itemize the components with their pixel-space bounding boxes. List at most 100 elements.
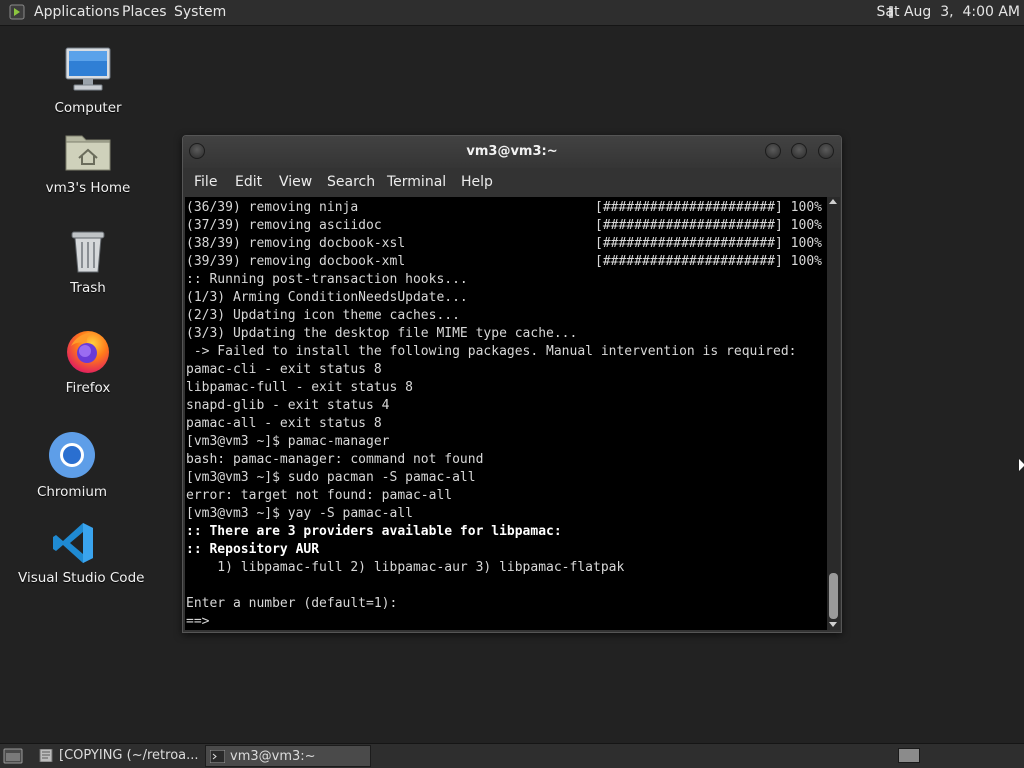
terminal-icon	[210, 750, 225, 763]
terminal-line: (37/39) removing asciidoc [##############…	[186, 217, 822, 235]
scroll-up-arrow-icon[interactable]	[829, 199, 837, 204]
menu-terminal[interactable]: Terminal	[387, 168, 446, 196]
terminal-line: 1) libpamac-full 2) libpamac-aur 3) libp…	[186, 559, 796, 577]
terminal-line: :: Repository AUR	[186, 541, 796, 559]
progress-text: [######################] 100%	[595, 254, 822, 269]
menu-edit[interactable]: Edit	[235, 168, 262, 196]
terminal-line-text: (3/3) Updating the desktop file MIME typ…	[186, 326, 578, 341]
top-panel: Applications Places System Sat Aug 3, 4:…	[0, 0, 1024, 26]
applications-logo-icon[interactable]	[9, 4, 25, 20]
computer-icon	[65, 47, 111, 91]
window-title-bar[interactable]: vm3@vm3:~	[183, 136, 841, 168]
terminal-output[interactable]: (36/39) removing ninja [#################…	[185, 197, 827, 630]
home-folder-icon	[65, 135, 111, 171]
chromium-icon	[49, 432, 95, 478]
terminal-line: (2/3) Updating icon theme caches...	[186, 307, 796, 325]
terminal-line: [vm3@vm3 ~]$ yay -S pamac-all	[186, 505, 796, 523]
terminal-line-text: snapd-glib - exit status 4	[186, 398, 390, 413]
desktop-icon-label: Computer	[54, 100, 122, 116]
terminal-line-text: [vm3@vm3 ~]$ yay -S pamac-all	[186, 506, 413, 521]
terminal-line-text: libpamac-full - exit status 8	[186, 380, 413, 395]
menu-file[interactable]: File	[194, 168, 217, 196]
text-editor-icon	[39, 749, 53, 762]
vscode-icon	[53, 523, 93, 563]
desktop-icon-label: Firefox	[65, 380, 111, 396]
terminal-line-text: pamac-all - exit status 8	[186, 416, 382, 431]
applications-menu[interactable]: Applications	[34, 0, 120, 25]
desktop-icon-vscode[interactable]: Visual Studio Code	[18, 520, 145, 586]
terminal-line-text: bash: pamac-manager: command not found	[186, 452, 484, 467]
terminal-line-text: :: There are 3 providers available for l…	[186, 524, 562, 539]
terminal-line: :: Running post-transaction hooks...	[186, 271, 796, 289]
desktop-icon-home[interactable]: vm3's Home	[32, 126, 144, 196]
scrollbar-thumb[interactable]	[829, 573, 838, 619]
terminal-scrollbar[interactable]	[827, 197, 840, 630]
terminal-line: bash: pamac-manager: command not found	[186, 451, 796, 469]
menu-search[interactable]: Search	[327, 168, 375, 196]
maximize-button[interactable]	[791, 143, 807, 159]
terminal-line-text: [vm3@vm3 ~]$ pamac-manager	[186, 434, 390, 449]
desktop-icon-trash[interactable]: Trash	[32, 228, 144, 296]
taskbar-item-terminal[interactable]: vm3@vm3:~	[205, 745, 371, 767]
desktop-icon-label: Trash	[70, 280, 106, 296]
terminal-line: (3/3) Updating the desktop file MIME typ…	[186, 325, 796, 343]
desktop-icon-firefox[interactable]: Firefox	[32, 326, 144, 396]
terminal-line-text: (37/39) removing asciidoc	[186, 218, 382, 233]
terminal-line-text: (1/3) Arming ConditionNeedsUpdate...	[186, 290, 468, 305]
terminal-line: error: target not found: pamac-all	[186, 487, 796, 505]
taskbar-item-label: vm3@vm3:~	[230, 749, 316, 764]
minimize-button[interactable]	[765, 143, 781, 159]
taskbar-item-editor[interactable]: [COPYING (~/retroa...	[35, 745, 203, 767]
terminal-line-text: (36/39) removing ninja	[186, 200, 359, 215]
terminal-line-text: ==>	[186, 614, 210, 629]
close-button[interactable]	[818, 143, 834, 159]
terminal-line-text: :: Repository AUR	[186, 542, 320, 557]
terminal-line-text: :: Running post-transaction hooks...	[186, 272, 468, 287]
workspace-switcher[interactable]	[898, 748, 920, 763]
trash-icon	[71, 231, 105, 273]
window-menu-button[interactable]	[189, 143, 205, 159]
places-menu[interactable]: Places	[122, 0, 167, 25]
show-desktop-icon[interactable]	[3, 748, 23, 764]
mouse-cursor-icon	[1019, 459, 1024, 471]
terminal-line: pamac-all - exit status 8	[186, 415, 796, 433]
menu-help[interactable]: Help	[461, 168, 493, 196]
progress-text: [######################] 100%	[595, 236, 822, 251]
desktop-screen: Applications Places System Sat Aug 3, 4:…	[0, 0, 1024, 768]
terminal-line: pamac-cli - exit status 8	[186, 361, 796, 379]
terminal-lines: (36/39) removing ninja [#################…	[186, 199, 822, 630]
terminal-line-text: (2/3) Updating icon theme caches...	[186, 308, 460, 323]
terminal-window[interactable]: vm3@vm3:~ File Edit View Search Terminal…	[182, 135, 842, 633]
terminal-line: Enter a number (default=1):	[186, 595, 796, 613]
bottom-panel: [COPYING (~/retroa... vm3@vm3:~	[0, 743, 1024, 768]
terminal-line-text: Enter a number (default=1):	[186, 596, 398, 611]
system-menu[interactable]: System	[174, 0, 226, 25]
desktop-icon-label: Chromium	[36, 484, 108, 500]
scroll-down-arrow-icon[interactable]	[829, 622, 837, 627]
terminal-line: [vm3@vm3 ~]$ pamac-manager	[186, 433, 796, 451]
window-title: vm3@vm3:~	[466, 144, 558, 159]
terminal-line: ==>	[186, 613, 796, 630]
terminal-line: (39/39) removing docbook-xml [###########…	[186, 253, 822, 271]
terminal-line-text: (39/39) removing docbook-xml	[186, 254, 406, 269]
terminal-line-text: 1) libpamac-full 2) libpamac-aur 3) libp…	[186, 560, 625, 575]
progress-text: [######################] 100%	[595, 200, 822, 215]
desktop-icon-label: Visual Studio Code	[18, 570, 145, 586]
clock[interactable]: Sat Aug 3, 4:00 AM	[877, 0, 1020, 25]
menu-view[interactable]: View	[279, 168, 312, 196]
terminal-line-text: (38/39) removing docbook-xsl	[186, 236, 406, 251]
terminal-line: libpamac-full - exit status 8	[186, 379, 796, 397]
terminal-line-text: [vm3@vm3 ~]$ sudo pacman -S pamac-all	[186, 470, 476, 485]
terminal-line: (1/3) Arming ConditionNeedsUpdate...	[186, 289, 796, 307]
terminal-menu-bar: File Edit View Search Terminal Help	[183, 168, 841, 196]
desktop-icon-chromium[interactable]: Chromium	[16, 430, 128, 500]
desktop-icon-label: vm3's Home	[45, 180, 131, 196]
taskbar-item-label: [COPYING (~/retroa...	[59, 748, 199, 763]
terminal-line: [vm3@vm3 ~]$ sudo pacman -S pamac-all	[186, 469, 796, 487]
terminal-line: -> Failed to install the following packa…	[186, 343, 797, 361]
desktop-icon-computer[interactable]: Computer	[32, 44, 144, 116]
terminal-line: (38/39) removing docbook-xsl [###########…	[186, 235, 822, 253]
terminal-line-text: -> Failed to install the following packa…	[186, 344, 797, 359]
terminal-line-text: pamac-cli - exit status 8	[186, 362, 382, 377]
